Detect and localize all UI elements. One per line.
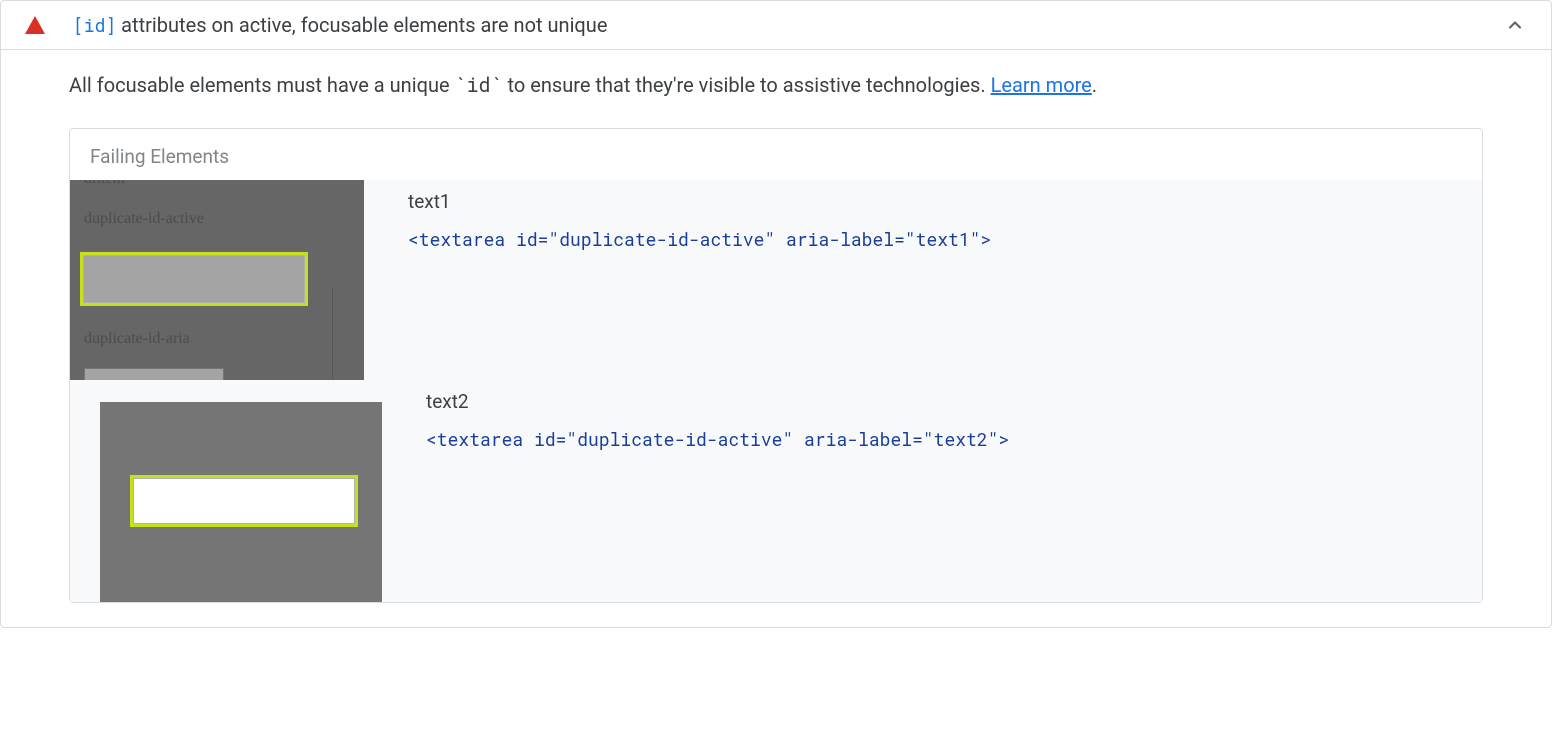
failing-element-row[interactable]: text2 <textarea id="duplicate-id-active"… <box>70 380 1462 602</box>
description-code: `id` <box>455 72 503 98</box>
audit-header[interactable]: [id] attributes on active, focusable ele… <box>1 1 1551 50</box>
audit-item: [id] attributes on active, focusable ele… <box>0 0 1552 628</box>
failing-element-code: <textarea id="duplicate-id-active" aria-… <box>408 227 1462 251</box>
description-period: . <box>1092 73 1097 97</box>
failing-element-code: <textarea id="duplicate-id-active" aria-… <box>426 427 1462 451</box>
description-post: to ensure that they're visible to assist… <box>503 73 991 97</box>
failing-element-row[interactable]: dlitem duplicate-id-active duplicate-id-… <box>70 180 1462 380</box>
element-thumbnail <box>100 402 382 602</box>
audit-title-code: [id] <box>73 13 116 37</box>
description-pre: All focusable elements must have a uniqu… <box>69 73 455 97</box>
learn-more-link[interactable]: Learn more <box>991 73 1092 97</box>
thumbnail-highlight-border <box>80 252 308 306</box>
failing-element-details: text1 <textarea id="duplicate-id-active"… <box>408 180 1462 251</box>
failing-element-label: text2 <box>426 390 1462 413</box>
failing-elements-header: Failing Elements <box>70 129 1482 180</box>
audit-body: All focusable elements must have a uniqu… <box>1 50 1551 627</box>
failing-element-details: text2 <textarea id="duplicate-id-active"… <box>426 380 1462 451</box>
failing-element-label: text1 <box>408 190 1462 213</box>
failing-elements-list: dlitem duplicate-id-active duplicate-id-… <box>70 180 1482 602</box>
error-triangle-icon <box>25 16 45 34</box>
audit-description: All focusable elements must have a uniqu… <box>69 70 1483 100</box>
failing-elements-panel: Failing Elements dlitem duplicate-id-act… <box>69 128 1483 603</box>
thumbnail-highlight <box>130 475 358 527</box>
audit-title: [id] attributes on active, focusable ele… <box>73 13 1503 37</box>
element-thumbnail: dlitem duplicate-id-active duplicate-id-… <box>70 180 364 380</box>
chevron-up-icon[interactable] <box>1503 13 1527 37</box>
audit-title-text: attributes on active, focusable elements… <box>116 13 607 37</box>
